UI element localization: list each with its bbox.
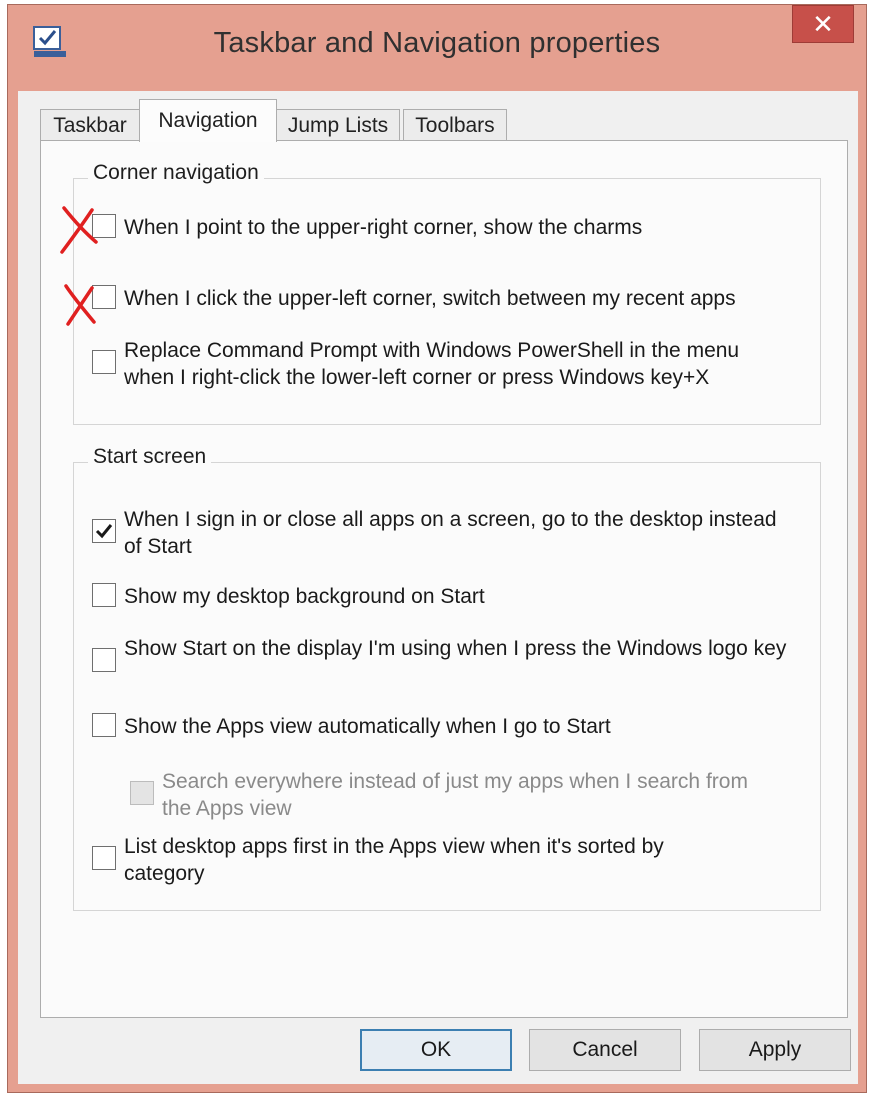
option-label: When I sign in or close all apps on a sc… <box>124 508 777 558</box>
option-label: Show Start on the display I'm using when… <box>124 637 787 660</box>
close-icon: ✕ <box>812 8 834 39</box>
checkbox[interactable] <box>92 846 116 870</box>
option-start-on-display[interactable]: Show Start on the display I'm using when… <box>92 635 812 672</box>
option-label: When I point to the upper-right corner, … <box>124 216 643 239</box>
close-button[interactable]: ✕ <box>792 5 854 43</box>
option-replace-command-prompt[interactable]: Replace Command Prompt with Windows Powe… <box>92 337 782 391</box>
option-label: List desktop apps first in the Apps view… <box>124 835 664 885</box>
dialog-client-area: Taskbar Navigation Jump Lists Toolbars C… <box>18 91 858 1084</box>
checkbox[interactable] <box>92 713 116 737</box>
group-title: Corner navigation <box>88 161 264 185</box>
option-label: Show the Apps view automatically when I … <box>124 715 611 738</box>
option-apps-view-auto[interactable]: Show the Apps view automatically when I … <box>92 713 812 740</box>
option-upper-left-switch-apps[interactable]: When I click the upper-left corner, swit… <box>92 285 812 312</box>
option-label: Show my desktop background on Start <box>124 585 485 608</box>
option-label: Replace Command Prompt with Windows Powe… <box>124 339 740 389</box>
tab-toolbars[interactable]: Toolbars <box>403 109 507 141</box>
option-go-to-desktop[interactable]: When I sign in or close all apps on a sc… <box>92 506 792 560</box>
option-label: When I click the upper-left corner, swit… <box>124 287 736 310</box>
red-x-annotation-icon <box>60 206 98 254</box>
option-desktop-apps-first[interactable]: List desktop apps first in the Apps view… <box>92 833 732 887</box>
option-search-everywhere[interactable]: Search everywhere instead of just my app… <box>130 768 770 822</box>
option-label: Search everywhere instead of just my app… <box>162 770 748 820</box>
checkbox[interactable] <box>92 648 116 672</box>
tab-label: Toolbars <box>415 113 495 137</box>
tab-label: Taskbar <box>53 113 127 137</box>
dialog-window: Taskbar and Navigation properties ✕ Task… <box>7 4 867 1093</box>
title-bar[interactable]: Taskbar and Navigation properties ✕ <box>8 5 866 91</box>
corner-navigation-group: Corner navigation When I point to the up… <box>73 161 821 425</box>
ok-button[interactable]: OK <box>360 1029 512 1071</box>
option-upper-right-charms[interactable]: When I point to the upper-right corner, … <box>92 214 812 241</box>
option-desktop-background[interactable]: Show my desktop background on Start <box>92 583 812 610</box>
group-title: Start screen <box>88 445 212 469</box>
tab-label: Navigation <box>158 109 258 132</box>
navigation-tab-panel: Corner navigation When I point to the up… <box>40 140 848 1018</box>
checkbox[interactable] <box>92 519 116 543</box>
cancel-button[interactable]: Cancel <box>529 1029 681 1071</box>
apply-button[interactable]: Apply <box>699 1029 851 1071</box>
window-title: Taskbar and Navigation properties <box>213 27 661 59</box>
start-screen-group: Start screen When I sign in or close all… <box>73 445 821 911</box>
tab-taskbar[interactable]: Taskbar <box>40 109 140 141</box>
checkbox[interactable] <box>92 583 116 607</box>
checkbox[interactable] <box>92 350 116 374</box>
checkmark-icon <box>95 524 113 539</box>
tab-label: Jump Lists <box>287 113 389 137</box>
tab-jump-lists[interactable]: Jump Lists <box>276 109 400 141</box>
red-x-annotation-icon <box>64 284 96 326</box>
checkbox[interactable] <box>130 781 154 805</box>
tab-navigation[interactable]: Navigation <box>139 99 277 142</box>
